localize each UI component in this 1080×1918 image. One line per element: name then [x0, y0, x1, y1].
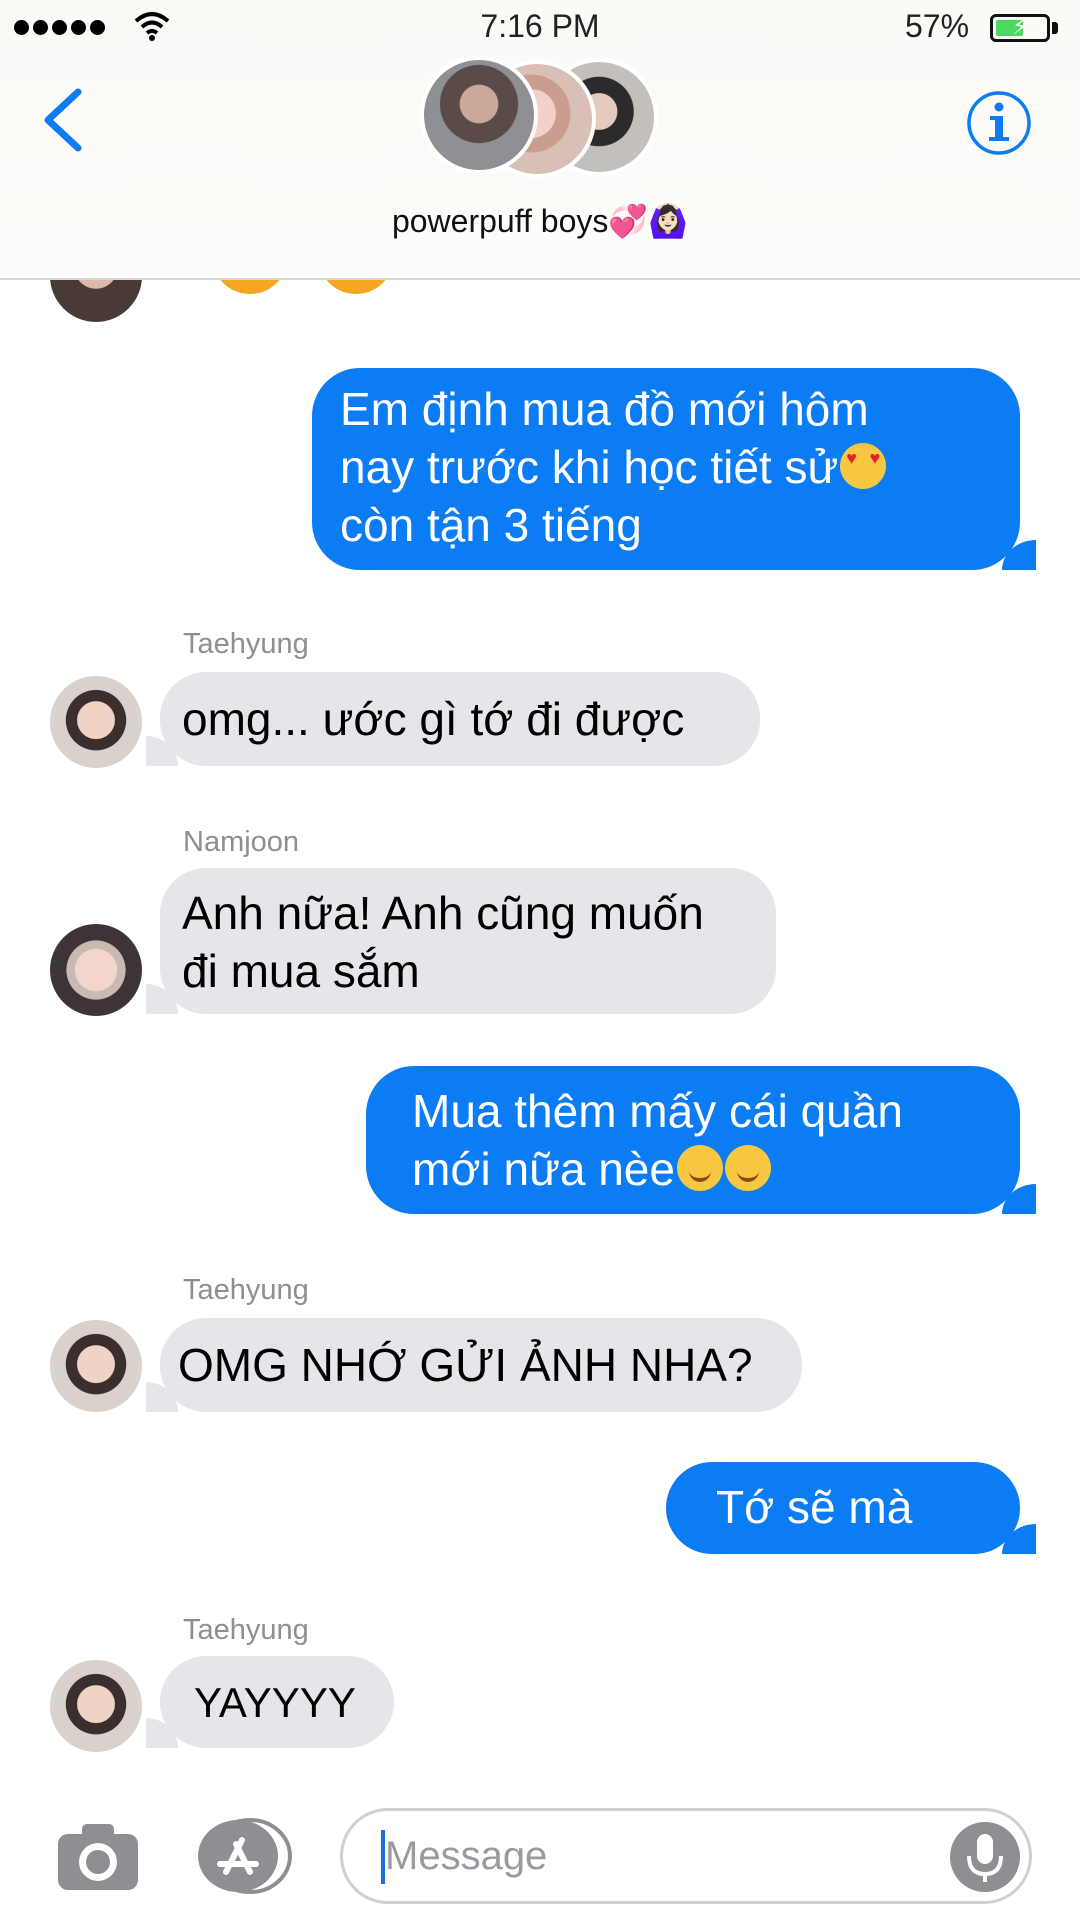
message-line: Anh nữa! Anh cũng muốn [182, 887, 704, 939]
avatar[interactable] [50, 1660, 142, 1752]
info-icon [967, 91, 1031, 155]
camera-icon [58, 1824, 138, 1890]
sender-name: Taehyung [183, 628, 309, 660]
group-avatars[interactable] [420, 56, 660, 178]
microphone-icon [967, 1834, 1003, 1882]
incoming-message-bubble[interactable]: Anh nữa! Anh cũng muốn đi mua sắm [146, 868, 776, 1014]
message-line: Em định mua đồ mới hôm [340, 383, 869, 435]
avatar[interactable] [50, 676, 142, 768]
smiling-face-emoji-icon [724, 1145, 771, 1191]
smiling-face-emoji-icon [676, 1145, 723, 1191]
group-member-avatar [420, 56, 538, 174]
apps-button[interactable] [196, 1818, 292, 1894]
message-line: OMG NHỚ GỬI ẢNH NHA? [178, 1339, 753, 1391]
sender-name: Taehyung [183, 1274, 309, 1306]
avatar[interactable] [50, 1320, 142, 1412]
message-line: còn tận 3 tiếng [340, 499, 642, 551]
sender-name: Taehyung [183, 1614, 309, 1646]
camera-button[interactable] [56, 1820, 140, 1892]
sender-name: Namjoon [183, 826, 300, 858]
status-bar: 7:16 PM 57% ⚡ [0, 0, 1080, 56]
message-composer [0, 1790, 1080, 1918]
battery-tip [1052, 22, 1058, 34]
outgoing-message-bubble[interactable]: Mua thêm mấy cái quần mới nữa nèe [366, 1066, 1036, 1214]
back-button[interactable] [36, 80, 96, 160]
outgoing-message-bubble[interactable]: Tớ sẽ mà [666, 1462, 1036, 1554]
message-line: đi mua sắm [182, 945, 420, 997]
incoming-message-bubble[interactable]: OMG NHỚ GỬI ẢNH NHA? [146, 1318, 802, 1412]
app-store-icon [198, 1818, 292, 1894]
message-line: Tớ sẽ mà [716, 1481, 913, 1533]
info-button[interactable] [966, 90, 1032, 156]
text-cursor [381, 1830, 385, 1884]
incoming-message-bubble[interactable]: omg... ước gì tớ đi được [146, 672, 760, 766]
heart-eyes-emoji-icon [840, 443, 887, 489]
back-chevron-icon [44, 88, 82, 152]
group-name[interactable]: powerpuff boys💞🙆🏻‍♀️ [0, 202, 1080, 240]
message-line: nay trước khi học tiết sử [340, 441, 839, 493]
avatar[interactable] [50, 924, 142, 1016]
microphone-button[interactable] [950, 1822, 1020, 1892]
message-input[interactable] [340, 1808, 1032, 1904]
message-line: mới nữa nèe [412, 1143, 675, 1195]
outgoing-message-bubble[interactable]: Em định mua đồ mới hôm nay trước khi học… [312, 368, 1036, 570]
message-line: YAYYYY [194, 1679, 356, 1726]
message-line: Mua thêm mấy cái quần [412, 1085, 903, 1137]
battery-percent: 57% [905, 8, 970, 44]
battery-charging-icon: ⚡ [990, 14, 1050, 42]
message-line: omg... ước gì tớ đi được [182, 693, 685, 745]
incoming-message-bubble[interactable]: YAYYYY [146, 1656, 394, 1748]
